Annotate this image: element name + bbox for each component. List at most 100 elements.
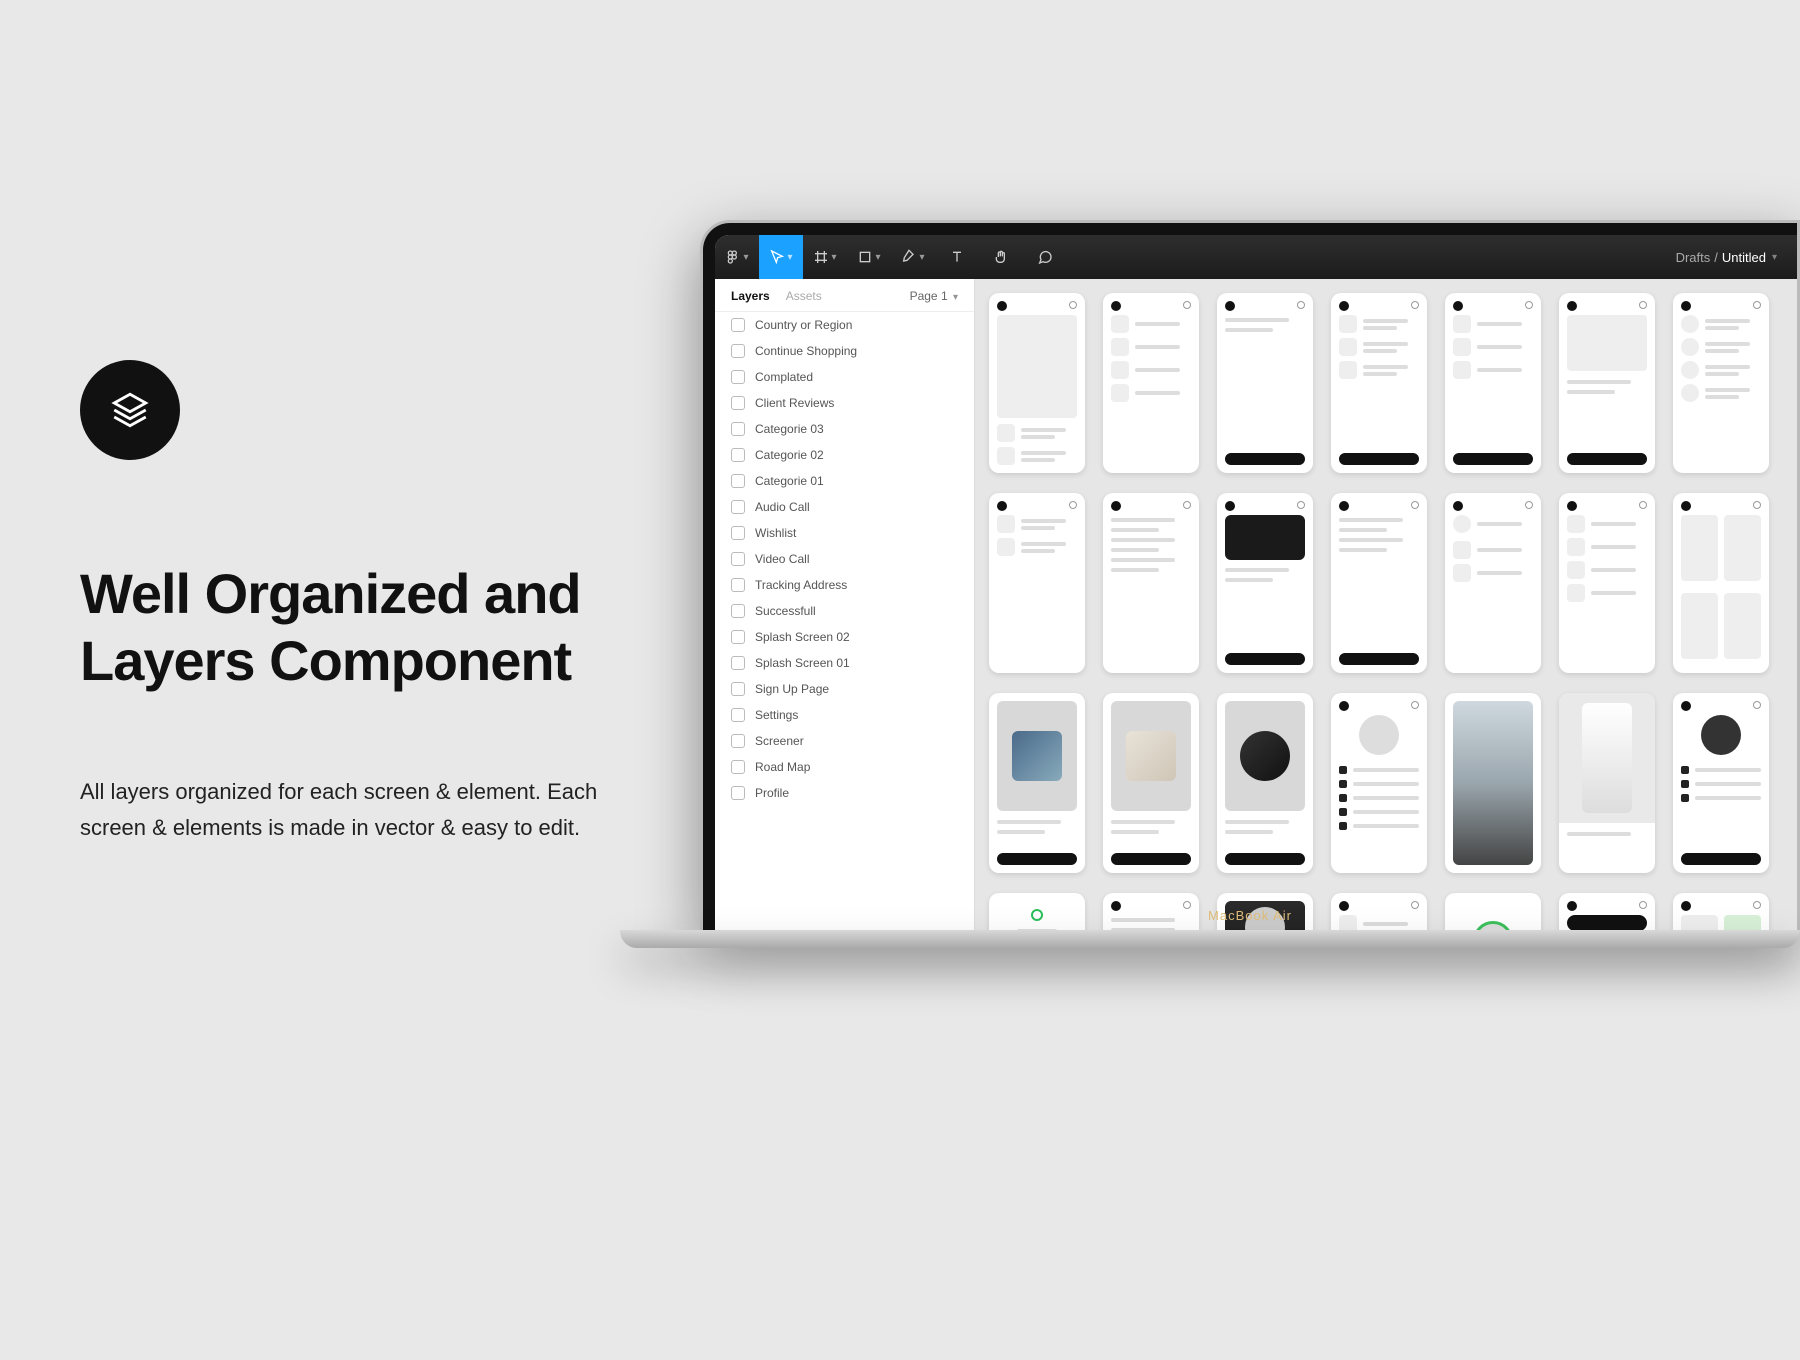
frame-icon (731, 344, 745, 358)
layer-item[interactable]: Sign Up Page (715, 676, 974, 702)
layer-item[interactable]: Video Call (715, 546, 974, 572)
layer-item[interactable]: Categorie 02 (715, 442, 974, 468)
frame-icon (731, 552, 745, 566)
artboard-frame[interactable] (1559, 893, 1655, 930)
layer-item[interactable]: Audio Call (715, 494, 974, 520)
chevron-down-icon: ▾ (1772, 252, 1777, 263)
layer-label: Profile (755, 786, 789, 800)
layer-item[interactable]: Successfull (715, 598, 974, 624)
artboard-frame[interactable] (1103, 293, 1199, 473)
frame-icon (731, 708, 745, 722)
artboard-frame[interactable] (1331, 493, 1427, 673)
layer-item[interactable]: Continue Shopping (715, 338, 974, 364)
frame-icon (731, 422, 745, 436)
artboard-frame[interactable] (989, 693, 1085, 873)
artboard-frame[interactable] (1673, 693, 1769, 873)
artboard-frame[interactable] (1445, 293, 1541, 473)
page-selector[interactable]: Page 1 ▾ (910, 289, 958, 303)
laptop-mockup: ▾ ▾ ▾ ▾ ▾ (700, 220, 1800, 980)
artboard-frame[interactable] (1559, 693, 1655, 873)
layer-item[interactable]: Tracking Address (715, 572, 974, 598)
frame-icon (731, 630, 745, 644)
layers-list: Country or Region Continue Shopping Compla… (715, 312, 974, 930)
breadcrumb-current: Untitled (1722, 250, 1766, 265)
layer-item[interactable]: Screener (715, 728, 974, 754)
artboard-frame[interactable] (1217, 293, 1313, 473)
frame-tool[interactable]: ▾ (803, 235, 847, 279)
artboard-frame[interactable] (1331, 693, 1427, 873)
pen-tool[interactable]: ▾ (891, 235, 935, 279)
artboard-frame[interactable] (1331, 893, 1427, 930)
layer-label: Categorie 03 (755, 422, 824, 436)
layers-icon (80, 360, 180, 460)
layer-item[interactable]: Wishlist (715, 520, 974, 546)
frame-icon (731, 370, 745, 384)
layer-label: Tracking Address (755, 578, 847, 592)
layer-label: Video Call (755, 552, 809, 566)
layer-label: Screener (755, 734, 804, 748)
frame-icon (731, 578, 745, 592)
layer-item[interactable]: Categorie 03 (715, 416, 974, 442)
laptop-base (620, 930, 1800, 948)
layers-panel: Layers Assets Page 1 ▾ Country or Region… (715, 279, 975, 930)
artboard-frame[interactable] (1217, 693, 1313, 873)
layer-label: Continue Shopping (755, 344, 857, 358)
layer-label: Categorie 01 (755, 474, 824, 488)
frame-icon (731, 500, 745, 514)
layer-label: Sign Up Page (755, 682, 829, 696)
artboard-frame[interactable] (1673, 493, 1769, 673)
artboard-frame[interactable] (1445, 893, 1541, 930)
layer-item[interactable]: Profile (715, 780, 974, 806)
artboard-frame[interactable] (1103, 493, 1199, 673)
move-tool[interactable]: ▾ (759, 235, 803, 279)
layer-item[interactable]: Road Map (715, 754, 974, 780)
layer-item[interactable]: Settings (715, 702, 974, 728)
frame-icon (731, 604, 745, 618)
artboard-frame[interactable] (1445, 693, 1541, 873)
artboard-frame[interactable] (1103, 893, 1199, 930)
layer-item[interactable]: Splash Screen 02 (715, 624, 974, 650)
artboard-frame[interactable] (1559, 293, 1655, 473)
layer-label: Audio Call (755, 500, 810, 514)
frame-icon (731, 318, 745, 332)
frame-icon (731, 396, 745, 410)
layer-label: Road Map (755, 760, 810, 774)
artboard-frame[interactable] (1673, 293, 1769, 473)
layer-label: Splash Screen 01 (755, 656, 850, 670)
figma-logo-menu[interactable]: ▾ (715, 235, 759, 279)
device-brand: MacBook Air (1208, 908, 1292, 923)
layer-item[interactable]: Splash Screen 01 (715, 650, 974, 676)
layer-item[interactable]: Client Reviews (715, 390, 974, 416)
layer-label: Successfull (755, 604, 816, 618)
layer-label: Settings (755, 708, 798, 722)
shape-tool[interactable]: ▾ (847, 235, 891, 279)
artboard-frame[interactable] (1217, 493, 1313, 673)
comment-tool[interactable] (1023, 235, 1067, 279)
frame-icon (731, 526, 745, 540)
artboard-frame[interactable] (989, 493, 1085, 673)
promo-description: All layers organized for each screen & e… (80, 774, 620, 844)
breadcrumb-parent: Drafts (1676, 250, 1711, 265)
artboard-frame[interactable] (989, 893, 1085, 930)
artboard-frame[interactable] (1673, 893, 1769, 930)
layer-label: Categorie 02 (755, 448, 824, 462)
frame-icon (731, 656, 745, 670)
artboard-frame[interactable] (1103, 693, 1199, 873)
tab-layers[interactable]: Layers (731, 289, 770, 303)
layer-label: Wishlist (755, 526, 796, 540)
artboard-frame[interactable] (1445, 493, 1541, 673)
frame-icon (731, 760, 745, 774)
figma-canvas[interactable] (975, 279, 1797, 930)
breadcrumb[interactable]: Drafts / Untitled ▾ (1676, 250, 1797, 265)
frame-icon (731, 786, 745, 800)
artboard-frame[interactable] (1331, 293, 1427, 473)
layer-item[interactable]: Categorie 01 (715, 468, 974, 494)
artboard-frame[interactable] (1559, 493, 1655, 673)
layer-item[interactable]: Country or Region (715, 312, 974, 338)
layer-item[interactable]: Complated (715, 364, 974, 390)
figma-toolbar: ▾ ▾ ▾ ▾ ▾ (715, 235, 1797, 279)
hand-tool[interactable] (979, 235, 1023, 279)
text-tool[interactable] (935, 235, 979, 279)
tab-assets[interactable]: Assets (786, 289, 822, 303)
artboard-frame[interactable] (989, 293, 1085, 473)
